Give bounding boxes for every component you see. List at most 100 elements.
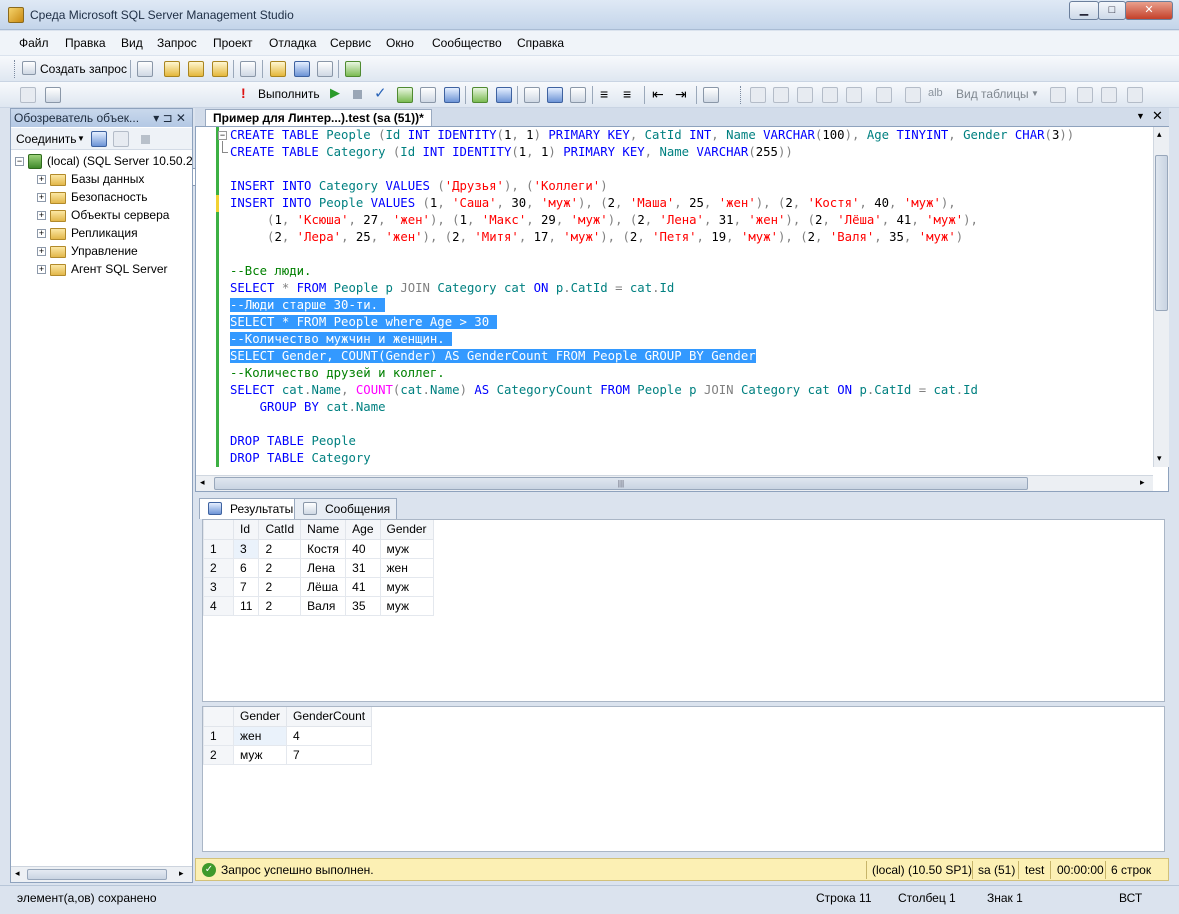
table-row[interactable]: 4 11 2 Валя 35 муж: [203, 595, 434, 616]
row-number-cell[interactable]: 2: [203, 744, 234, 765]
menu-edit[interactable]: Правка: [65, 36, 106, 50]
table-cell[interactable]: 11: [232, 595, 260, 616]
editor-horizontal-scrollbar[interactable]: ◂ ||| ▸: [196, 475, 1153, 491]
panel-pin-close-icon[interactable]: ▾ ⊐ ✕: [153, 109, 186, 127]
expand-icon[interactable]: +: [37, 265, 46, 275]
explorer-horizontal-scrollbar[interactable]: ◂ ▸: [11, 866, 192, 882]
tree-node-databases[interactable]: + Базы данных: [37, 172, 144, 190]
column-header[interactable]: GenderCount: [286, 707, 373, 727]
client-statistics-icon[interactable]: [496, 87, 512, 103]
chevron-down-icon[interactable]: ▼: [1136, 111, 1145, 121]
menu-project[interactable]: Проект: [213, 36, 253, 50]
menu-query[interactable]: Запрос: [157, 36, 197, 50]
expand-icon[interactable]: +: [37, 193, 46, 203]
table-cell[interactable]: муж: [379, 576, 434, 597]
parse-check-icon[interactable]: ✓: [374, 84, 387, 102]
menu-help[interactable]: Справка: [517, 36, 564, 50]
increase-indent-icon[interactable]: ⇥: [675, 86, 687, 103]
debug-play-icon[interactable]: ▶: [330, 85, 340, 101]
xmla-query-icon[interactable]: [212, 61, 228, 77]
table-cell[interactable]: Лёша: [300, 576, 347, 597]
menu-debug[interactable]: Отладка: [269, 36, 316, 50]
print-icon[interactable]: [317, 61, 333, 77]
column-header[interactable]: Id: [232, 520, 260, 540]
expand-icon[interactable]: +: [37, 247, 46, 257]
menu-window[interactable]: Окно: [386, 36, 414, 50]
table-cell[interactable]: жен: [232, 725, 288, 746]
table-cell[interactable]: 2: [258, 595, 302, 616]
table-row[interactable]: 3 7 2 Лёша 41 муж: [203, 576, 434, 597]
row-number-cell[interactable]: 3: [203, 576, 234, 597]
table-cell[interactable]: 6: [232, 557, 260, 578]
scroll-left-icon[interactable]: ◂: [200, 477, 205, 488]
maximize-button[interactable]: □: [1098, 1, 1126, 20]
tab-messages[interactable]: Сообщения: [294, 498, 398, 519]
comment-lines-icon[interactable]: ≡: [600, 86, 608, 102]
menu-community[interactable]: Сообщество: [432, 36, 502, 50]
open-file-icon[interactable]: [270, 61, 286, 77]
tab-results[interactable]: Результаты: [199, 498, 301, 519]
chevron-down-icon[interactable]: ▼: [77, 134, 85, 143]
table-cell[interactable]: 2: [258, 557, 302, 578]
stop-icon[interactable]: [141, 135, 150, 144]
scroll-right-icon[interactable]: ▸: [179, 868, 184, 879]
menu-file[interactable]: Файл: [19, 36, 49, 50]
table-cell[interactable]: Валя: [300, 595, 347, 616]
editor-vertical-scrollbar[interactable]: ▴ ▾: [1153, 127, 1169, 467]
tree-node-sql-agent[interactable]: + Агент SQL Server: [37, 262, 168, 280]
table-cell[interactable]: 2: [258, 538, 302, 559]
table-cell[interactable]: муж: [379, 538, 434, 559]
tree-node-management[interactable]: + Управление: [37, 244, 138, 262]
include-plan-icon[interactable]: [472, 87, 488, 103]
row-number-header[interactable]: [203, 520, 234, 540]
menu-view[interactable]: Вид: [121, 36, 143, 50]
row-number-cell[interactable]: 4: [203, 595, 234, 616]
column-header[interactable]: Gender: [379, 520, 434, 540]
tree-node-security[interactable]: + Безопасность: [37, 190, 148, 208]
column-header[interactable]: CatId: [258, 520, 302, 540]
scroll-thumb[interactable]: |||: [214, 477, 1028, 490]
connect-object-icon[interactable]: [91, 131, 107, 147]
table-cell[interactable]: Костя: [300, 538, 347, 559]
connect-dropdown[interactable]: Соединить: [16, 132, 77, 146]
row-number-header[interactable]: [203, 707, 234, 727]
table-row[interactable]: 2 муж 7: [203, 744, 373, 765]
dmx-query-icon[interactable]: [188, 61, 204, 77]
scroll-down-icon[interactable]: ▾: [1157, 453, 1162, 464]
table-cell[interactable]: 3: [232, 538, 260, 559]
query-document-tab[interactable]: Пример для Линтер...).test (sa (51))*: [205, 109, 432, 126]
close-button[interactable]: ✕: [1125, 1, 1173, 20]
sql-editor[interactable]: − CREATE TABLE People (Id INT IDENTITY(1…: [195, 126, 1169, 492]
table-cell[interactable]: 2: [258, 576, 302, 597]
row-number-cell[interactable]: 1: [203, 538, 234, 559]
scroll-left-icon[interactable]: ◂: [15, 868, 20, 879]
close-tab-icon[interactable]: ✕: [1152, 108, 1163, 124]
cancel-query-icon[interactable]: [353, 90, 362, 99]
table-cell[interactable]: 7: [286, 744, 373, 765]
specify-template-values-icon[interactable]: [703, 87, 719, 103]
tree-server-node[interactable]: − (local) (SQL Server 10.50.2: [15, 154, 193, 172]
activity-monitor-icon[interactable]: [345, 61, 361, 77]
table-cell[interactable]: жен: [379, 557, 434, 578]
row-number-cell[interactable]: 2: [203, 557, 234, 578]
new-file-icon[interactable]: [137, 61, 153, 77]
row-number-cell[interactable]: 1: [203, 725, 234, 746]
table-row[interactable]: 2 6 2 Лена 31 жен: [203, 557, 434, 578]
new-file-icon[interactable]: [240, 61, 256, 77]
results-to-grid-icon[interactable]: [547, 87, 563, 103]
table-cell[interactable]: муж: [232, 744, 288, 765]
tree-node-replication[interactable]: + Репликация: [37, 226, 138, 244]
results-to-file-icon[interactable]: [570, 87, 586, 103]
results-grid-2[interactable]: Gender GenderCount 1 жен 4 2 муж 7: [202, 706, 1165, 852]
results-grid-1[interactable]: Id CatId Name Age Gender 1 3 2 Костя 40 муж 2 6 2 Лен…: [202, 519, 1165, 702]
uncomment-lines-icon[interactable]: ≡: [623, 86, 631, 102]
column-header[interactable]: Name: [300, 520, 347, 540]
menu-tools[interactable]: Сервис: [330, 36, 371, 50]
save-icon[interactable]: [294, 61, 310, 77]
disconnect-icon[interactable]: [113, 131, 129, 147]
mdx-query-icon[interactable]: [164, 61, 180, 77]
column-header[interactable]: Gender: [232, 707, 288, 727]
table-cell[interactable]: муж: [379, 595, 434, 616]
expand-icon[interactable]: +: [37, 211, 46, 221]
execute-button[interactable]: Выполнить: [258, 87, 320, 101]
